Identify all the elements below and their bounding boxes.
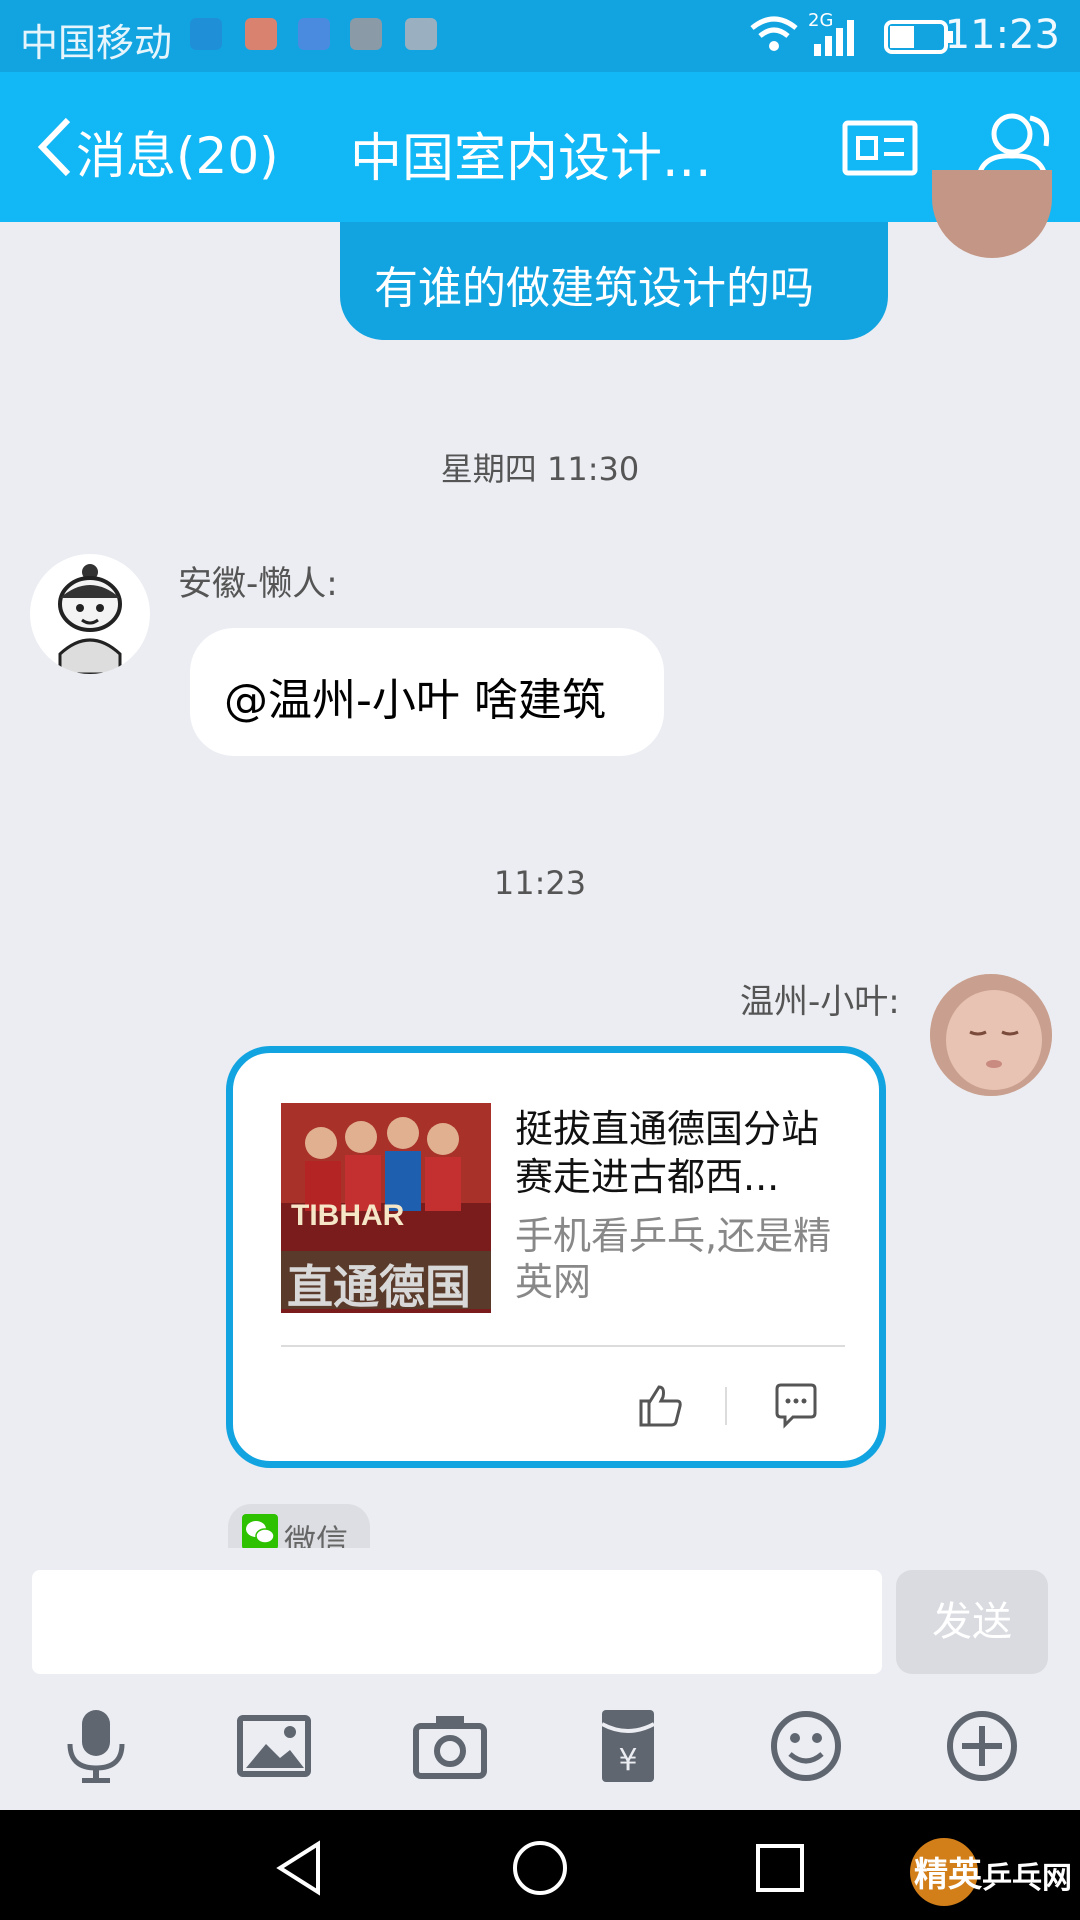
back-button[interactable]: 消息(20) [76,116,279,188]
message-input[interactable] [32,1570,882,1674]
system-nav-bar: 精英 乒乓网 [0,1810,1080,1920]
message-text: 有谁的做建筑设计的吗 [374,263,814,314]
message-text: @温州-小叶 啥建筑 [224,675,606,726]
cartoon-avatar-icon [58,564,122,674]
emoji-icon[interactable] [766,1706,846,1786]
mail-notification-icon [245,18,277,50]
clock: 11:23 [944,12,1060,58]
wifi-icon [750,16,798,51]
outgoing-message-bubble[interactable]: 有谁的做建筑设计的吗 [340,222,888,340]
timestamp: 星期四 11:30 [440,450,640,488]
comment-icon[interactable] [773,1383,819,1429]
avatar[interactable] [930,974,1052,1096]
article-title: 挺拔直通德国分站赛走进古都西... [515,1107,820,1199]
signal-icon [814,20,854,56]
send-button[interactable]: 发送 [896,1570,1048,1674]
watermark-logo: 精英 乒乓网 [904,1826,1074,1910]
health-notification-icon [298,18,330,50]
avatar[interactable] [932,170,1052,258]
shared-link-card[interactable]: TIBHAR 直通德国 挺拔直通德国分站赛走进古都西... 手机看乒乓,还是精英… [226,1046,886,1468]
wechat-icon [242,1514,278,1550]
thumbs-up-icon[interactable] [637,1381,685,1429]
divider [725,1387,727,1425]
thumbnail-caption-text: 直通德国 [287,1260,471,1313]
article-thumbnail[interactable]: TIBHAR 直通德国 [281,1103,491,1313]
title-bar: 消息(20) 中国室内设计... [0,72,1080,222]
thumbnail-brand-text: TIBHAR [291,1199,405,1232]
plus-circle-icon[interactable] [942,1706,1022,1786]
sender-name: 温州-小叶: [740,982,900,1022]
recents-square-icon[interactable] [750,1838,810,1898]
sender-name: 安徽-懒人: [178,564,338,604]
photo-notification-icon [350,18,382,50]
gallery-notification-icon [405,18,437,50]
avatar[interactable] [30,554,150,674]
timestamp: 11:23 [493,864,587,902]
divider [281,1345,845,1347]
article-description: 手机看乒乓,还是精英网 [515,1214,832,1304]
back-triangle-icon[interactable] [270,1838,330,1898]
camera-icon[interactable] [410,1706,490,1786]
svg-text:¥: ¥ [618,1743,637,1778]
back-chevron-icon[interactable] [30,112,80,182]
carrier-label: 中国移动 [20,21,173,65]
battery-icon [884,20,953,54]
incoming-message-bubble[interactable]: @温州-小叶 啥建筑 [190,628,664,756]
app-notification-icon [190,18,222,50]
group-profile-card-icon[interactable] [842,120,918,176]
input-bar: 发送 ¥ [0,1548,1080,1810]
red-packet-icon[interactable]: ¥ [588,1706,668,1786]
status-bar: 中国移动 2G 11:23 [0,0,1080,72]
image-icon[interactable] [234,1706,314,1786]
source-badge: 微信 [228,1504,370,1550]
source-label: 微信 [284,1522,349,1550]
chat-title: 中国室内设计... [350,129,712,189]
microphone-icon[interactable] [56,1706,136,1786]
home-circle-icon[interactable] [510,1838,570,1898]
svg-text:精英: 精英 [914,1855,983,1895]
svg-text:乒乓网: 乒乓网 [982,1861,1072,1896]
baby-photo-avatar [930,974,1052,1096]
